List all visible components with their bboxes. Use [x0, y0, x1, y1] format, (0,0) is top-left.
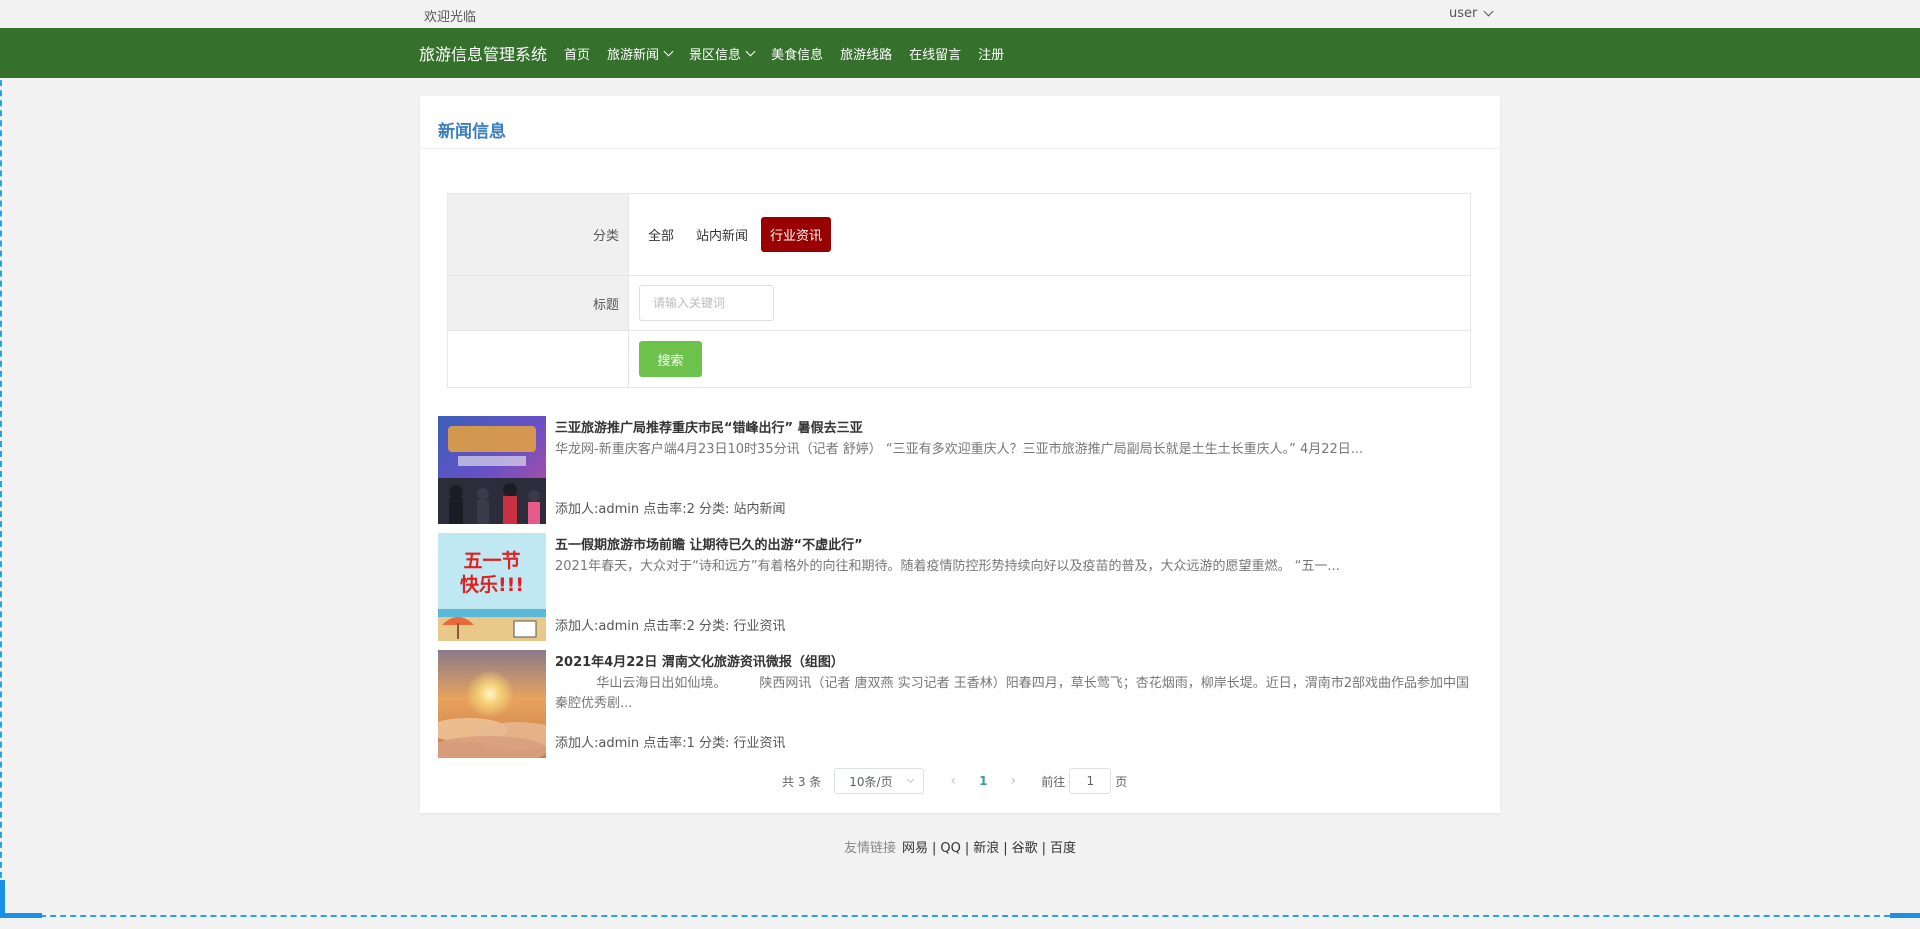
- link-separator: |: [1003, 841, 1008, 856]
- card-header: 新闻信息: [420, 96, 1500, 149]
- news-title[interactable]: 2021年4月22日 渭南文化旅游资讯微报（组图）: [555, 651, 844, 670]
- news-summary: 华山云海日出如仙境。 陕西网讯（记者 唐双燕 实习记者 王香林）阳春四月，草长莺…: [555, 676, 1470, 711]
- nav-item-label: 旅游线路: [840, 47, 893, 63]
- page-size-select[interactable]: 10条/页: [834, 768, 925, 794]
- filter-row-actions: 搜索: [448, 331, 1470, 387]
- site-brand[interactable]: 旅游信息管理系统: [419, 41, 547, 65]
- list-item[interactable]: 三亚旅游推广局推荐重庆市民“错峰出行” 暑假去三亚 华龙网-新重庆客户端4月23…: [438, 416, 1483, 533]
- nav-item-scenic-spots[interactable]: 景区信息: [689, 44, 756, 63]
- nav-item-messages[interactable]: 在线留言: [909, 44, 961, 63]
- thumb-text: 快乐!!!: [460, 573, 524, 596]
- footer-link-baidu[interactable]: 百度: [1050, 841, 1076, 856]
- news-title[interactable]: 五一假期旅游市场前瞻 让期待已久的出游“不虚此行”: [555, 534, 863, 553]
- nav-item-label: 在线留言: [909, 47, 962, 63]
- footer-label: 友情链接: [843, 841, 896, 856]
- frame-bottom-edge: [0, 915, 1920, 917]
- footer-link-google[interactable]: 谷歌: [1012, 841, 1038, 856]
- prev-page-button[interactable]: ‹: [938, 773, 968, 789]
- page-number-current[interactable]: 1: [968, 774, 998, 788]
- category-all[interactable]: 全部: [639, 217, 683, 252]
- list-item[interactable]: 五一节 快乐!!! 五一假期旅游市场前瞻 让期待已久的出游“不虚此行” 2021…: [438, 533, 1483, 650]
- news-title[interactable]: 三亚旅游推广局推荐重庆市民“错峰出行” 暑假去三亚: [555, 417, 863, 436]
- frame-corner: [1890, 913, 1920, 918]
- pagination-total: 共 3 条: [782, 774, 822, 789]
- page-size-value: 10条/页: [849, 774, 893, 789]
- pagination: 共 3 条 10条/页 ‹ 1 › 前往 页: [782, 768, 1127, 794]
- list-item[interactable]: 2021年4月22日 渭南文化旅游资讯微报（组图） 华山云海日出如仙境。 陕西网…: [438, 650, 1483, 767]
- filter-row-title: 标题: [448, 276, 1470, 331]
- footer-link-qq[interactable]: QQ: [940, 841, 960, 856]
- page-title: 新闻信息: [438, 122, 506, 142]
- link-separator: |: [1041, 841, 1047, 856]
- chevron-down-icon: [663, 46, 674, 56]
- goto-suffix: 页: [1115, 774, 1128, 789]
- nav-item-label: 首页: [564, 47, 591, 63]
- chevron-down-icon: [1483, 6, 1494, 17]
- nav-item-home[interactable]: 首页: [564, 44, 590, 63]
- news-summary: 2021年春天，大众对于“诗和远方”有着格外的向往和期待。随着疫情防控形势持续向…: [555, 559, 1340, 574]
- main-navbar: 旅游信息管理系统 首页 旅游新闻 景区信息 美食信息 旅游线路 在线留言 注册: [0, 28, 1920, 78]
- welcome-text: 欢迎光临: [424, 10, 477, 25]
- filter-form: 分类 全部 站内新闻 行业资讯 标题 搜索: [447, 193, 1471, 388]
- user-name: user: [1449, 6, 1478, 21]
- category-site-news[interactable]: 站内新闻: [687, 217, 757, 252]
- nav-item-label: 旅游新闻: [607, 47, 660, 63]
- news-meta: 添加人:admin 点击率:1 分类: 行业资讯: [555, 736, 786, 751]
- goto-page: 前往 页: [1041, 768, 1127, 794]
- link-separator: |: [931, 841, 937, 856]
- nav-item-label: 美食信息: [771, 47, 824, 63]
- search-button[interactable]: 搜索: [639, 341, 702, 377]
- nav-item-label: 注册: [978, 47, 1005, 63]
- nav-item-food[interactable]: 美食信息: [771, 44, 823, 63]
- news-summary: 华龙网-新重庆客户端4月23日10时35分讯（记者 舒婷） “三亚有多欢迎重庆人…: [555, 442, 1364, 457]
- keyword-input[interactable]: [639, 285, 774, 321]
- footer-link-netease[interactable]: 网易: [902, 841, 928, 856]
- footer-links: 友情链接 网易 | QQ | 新浪 | 谷歌 | 百度: [0, 837, 1920, 856]
- news-meta: 添加人:admin 点击率:2 分类: 站内新闻: [555, 502, 786, 517]
- next-page-button[interactable]: ›: [998, 773, 1028, 789]
- news-thumbnail[interactable]: 五一节 快乐!!!: [438, 533, 546, 641]
- filter-label-empty: [448, 331, 629, 387]
- chevron-down-icon: [907, 775, 915, 783]
- nav-item-travel-news[interactable]: 旅游新闻: [607, 44, 674, 63]
- chevron-down-icon: [745, 46, 756, 56]
- frame-corner: [0, 913, 42, 918]
- nav-item-routes[interactable]: 旅游线路: [840, 44, 892, 63]
- filter-row-category: 分类 全部 站内新闻 行业资讯: [448, 194, 1470, 276]
- goto-page-input[interactable]: [1069, 768, 1112, 794]
- filter-label-title: 标题: [448, 276, 629, 330]
- frame-left-edge: [0, 0, 2, 918]
- category-industry-news[interactable]: 行业资讯: [761, 217, 832, 252]
- filter-label-category: 分类: [448, 194, 629, 275]
- user-menu[interactable]: user: [1449, 6, 1494, 21]
- footer-link-sina[interactable]: 新浪: [973, 841, 999, 856]
- goto-prefix: 前往: [1041, 774, 1066, 789]
- news-thumbnail[interactable]: [438, 416, 546, 524]
- nav-item-register[interactable]: 注册: [978, 44, 1004, 63]
- news-meta: 添加人:admin 点击率:2 分类: 行业资讯: [555, 619, 786, 634]
- top-bar: 欢迎光临 user: [0, 0, 1920, 28]
- link-separator: |: [964, 841, 970, 856]
- nav-item-label: 景区信息: [689, 47, 742, 63]
- news-card: 新闻信息 分类 全部 站内新闻 行业资讯 标题 搜索: [420, 96, 1500, 813]
- thumb-text: 五一节: [463, 550, 520, 572]
- news-list: 三亚旅游推广局推荐重庆市民“错峰出行” 暑假去三亚 华龙网-新重庆客户端4月23…: [438, 416, 1483, 767]
- news-thumbnail[interactable]: [438, 650, 546, 758]
